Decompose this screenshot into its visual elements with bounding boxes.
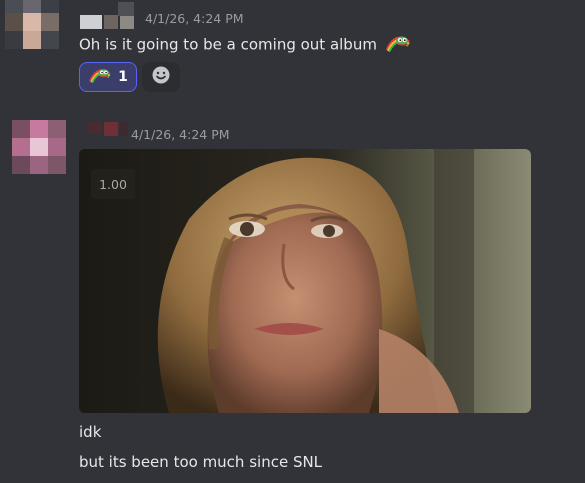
message-line: Oh is it going to be a coming out album <box>79 35 377 54</box>
reaction-count: 1 <box>118 69 128 85</box>
username-redacted[interactable] <box>80 15 142 29</box>
add-reaction-button[interactable] <box>142 62 180 92</box>
message-1: 4/1/26, 4:24 PM Oh is it going to be a c… <box>0 0 585 100</box>
message-line: idk <box>79 423 102 441</box>
message-timestamp[interactable]: 4/1/26, 4:24 PM <box>145 11 244 26</box>
username-redacted[interactable] <box>88 122 128 136</box>
username-redacted-tail <box>118 2 134 16</box>
message-line: but its been too much since SNL <box>79 453 323 471</box>
reaction-pepe-rainbow[interactable]: 1 <box>79 62 137 92</box>
message-timestamp[interactable]: 4/1/26, 4:24 PM <box>131 127 230 142</box>
smiley-add-reaction-icon <box>151 65 171 89</box>
message-text: Oh is it going to be a coming out album <box>79 34 411 56</box>
playback-speed-badge[interactable]: 1.00 <box>91 169 135 199</box>
message-2: 4/1/26, 4:24 PM 1.00 idk but its been to… <box>0 110 585 483</box>
avatar[interactable] <box>12 120 66 174</box>
pepe-rainbow-emoji <box>88 67 112 87</box>
pepe-rainbow-emoji[interactable] <box>385 34 411 56</box>
avatar[interactable] <box>5 0 59 49</box>
video-attachment[interactable]: 1.00 <box>79 149 531 413</box>
video-frame-image <box>79 149 531 413</box>
